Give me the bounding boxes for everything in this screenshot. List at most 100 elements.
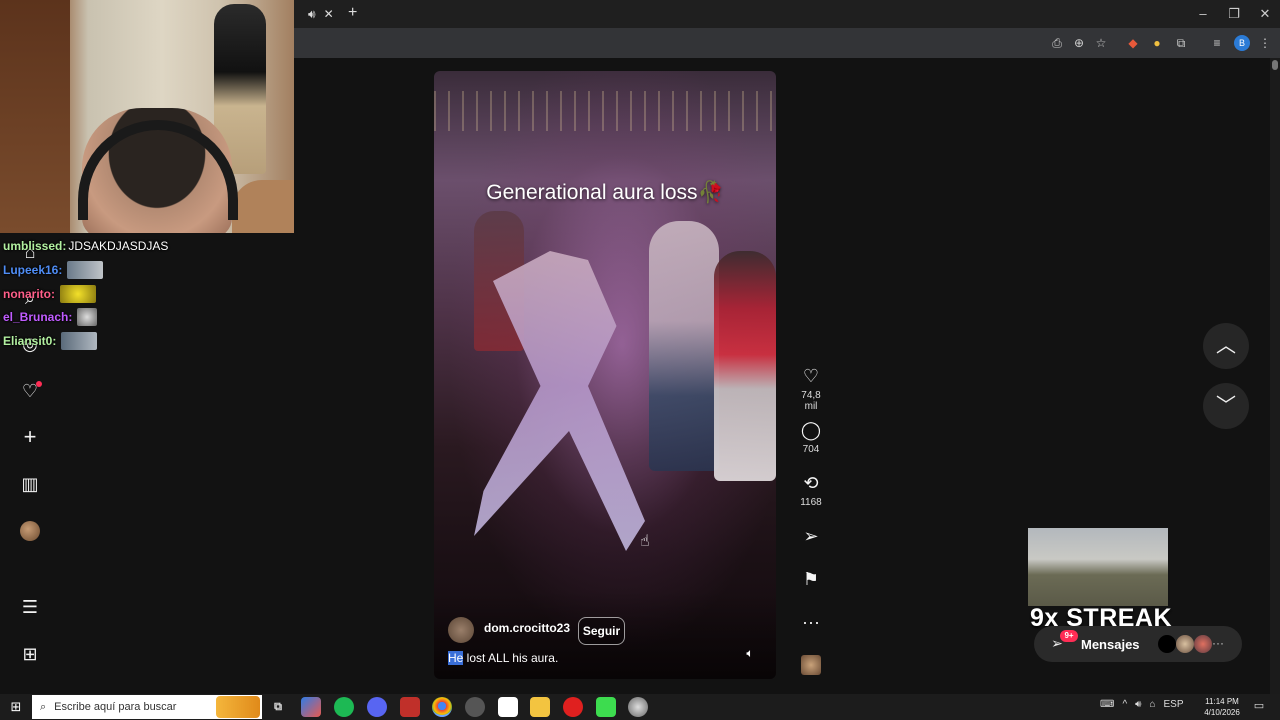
chat-message: JDSAKDJASDJAS: [68, 239, 169, 253]
extension-color-icon[interactable]: ●: [1148, 34, 1166, 52]
voicemeeter-icon[interactable]: [400, 697, 420, 717]
chat-username: el_Brunach:: [3, 310, 73, 324]
share-button[interactable]: ➢: [796, 524, 826, 548]
close-window-button[interactable]: ✕: [1256, 5, 1274, 23]
install-app-icon[interactable]: ⎙: [1048, 34, 1066, 52]
volume-icon[interactable]: 🔊︎: [1135, 699, 1141, 710]
video-caption: He lost ALL his aura.: [448, 651, 558, 665]
plus-icon[interactable]: +: [18, 425, 42, 449]
avatar: [1176, 635, 1194, 653]
background-person: [714, 251, 776, 481]
chat-emote: [60, 285, 96, 303]
chat-line: Eliansit0:: [3, 332, 98, 350]
string-lights: [434, 91, 776, 131]
system-tray: ⌨ ^ 🔊︎ ⌂ ESP: [1100, 699, 1184, 710]
obs-icon[interactable]: [465, 697, 485, 717]
bookmark-star-icon[interactable]: ☆: [1092, 34, 1110, 52]
like-count: 74,8 mil: [801, 390, 821, 412]
author-avatar[interactable]: [448, 617, 474, 643]
browser-tab[interactable]: 🔊︎ ✕: [300, 2, 342, 26]
app-icon[interactable]: [498, 697, 518, 717]
chrome-icon[interactable]: [432, 697, 452, 717]
scrollbar-thumb[interactable]: [1272, 60, 1278, 70]
more-icon: ···: [802, 612, 820, 632]
browser-menu-icon[interactable]: ⋮: [1256, 34, 1274, 52]
webcam-overlay: [0, 0, 294, 233]
caption-highlight: He: [448, 651, 464, 665]
webcam-door: [0, 0, 70, 233]
video-text-overlay: Generational aura loss🥀: [486, 181, 724, 204]
profile-avatar-nav[interactable]: [20, 521, 40, 541]
menu-icon[interactable]: ☰: [18, 595, 42, 619]
zoom-icon[interactable]: ⊕: [1070, 34, 1088, 52]
system-clock[interactable]: 11:14 PM 4/10/2026: [1198, 696, 1246, 718]
kick-icon[interactable]: [596, 697, 616, 717]
chat-emote: [67, 261, 104, 279]
next-video-button[interactable]: ﹀: [1203, 383, 1249, 429]
notification-icon[interactable]: ▭: [1252, 699, 1266, 713]
clock-time: 11:14 PM: [1205, 697, 1239, 706]
comment-icon: ◯: [800, 420, 822, 440]
video-player[interactable]: Generational aura loss🥀 dom.crocitto23 S…: [434, 71, 776, 679]
chat-line: umblissed: JDSAKDJASDJAS: [3, 237, 168, 255]
webcam-shirt: [232, 180, 294, 233]
chat-line: Lupeek16:: [3, 261, 104, 279]
language-indicator[interactable]: ESP: [1164, 699, 1184, 710]
search-placeholder: Escribe aquí para buscar: [54, 701, 177, 713]
chart-icon[interactable]: ▥: [18, 472, 42, 496]
avatar: [1158, 635, 1176, 653]
caption-text: lost ALL his aura.: [463, 651, 559, 665]
search-highlight-art: [216, 696, 260, 718]
chevron-up-icon[interactable]: ^: [1122, 699, 1127, 710]
profile-avatar[interactable]: B: [1234, 35, 1250, 51]
file-explorer-icon[interactable]: [530, 697, 550, 717]
discord-icon[interactable]: [367, 697, 387, 717]
chat-line: nonarito:: [3, 285, 96, 303]
app-icon[interactable]: [628, 697, 648, 717]
new-tab-button[interactable]: +: [348, 5, 364, 21]
tab-close-button[interactable]: ✕: [324, 7, 334, 21]
network-icon[interactable]: ⌂: [1149, 699, 1155, 710]
minimize-button[interactable]: –: [1194, 5, 1212, 23]
keyboard-icon[interactable]: ⌨: [1100, 699, 1114, 710]
messages-label: Mensajes: [1081, 637, 1140, 652]
copilot-icon[interactable]: [301, 697, 321, 717]
scrollbar[interactable]: [1270, 58, 1280, 694]
background-person: [649, 221, 719, 471]
chevron-down-icon: ﹀: [1216, 395, 1236, 417]
bookmark-icon: ⚑: [802, 569, 820, 589]
author-username[interactable]: dom.crocitto23: [484, 621, 570, 635]
chat-username: Lupeek16:: [3, 263, 63, 277]
spotify-icon[interactable]: [334, 697, 354, 717]
send-icon: ➢: [803, 526, 819, 546]
previous-video-button[interactable]: ︿: [1203, 323, 1249, 369]
restore-button[interactable]: ❐: [1225, 5, 1243, 23]
task-view-icon[interactable]: ⧉: [268, 697, 288, 717]
apps-icon[interactable]: ⊞: [18, 642, 42, 666]
extension-fox-icon[interactable]: ◆: [1124, 34, 1142, 52]
taskbar-search-input[interactable]: ⌕ Escribe aquí para buscar: [32, 695, 262, 719]
comment-count: 704: [802, 444, 820, 455]
windows-start-icon[interactable]: ⊞: [8, 699, 24, 715]
chat-username: Eliansit0:: [3, 334, 57, 348]
opera-icon[interactable]: [563, 697, 583, 717]
notification-dot: [36, 381, 42, 387]
follow-button[interactable]: Seguir: [578, 617, 625, 645]
mouse-pointer-icon: ☝︎: [640, 533, 650, 550]
speaker-icon[interactable]: 🔊︎: [308, 7, 316, 22]
audio-thumbnail[interactable]: [801, 655, 821, 675]
volume-icon[interactable]: 🔈︎: [742, 646, 758, 662]
like-button[interactable]: ♡ 74,8 mil: [796, 364, 826, 412]
address-bar[interactable]: [300, 31, 1040, 55]
media-control-icon[interactable]: ≡: [1208, 34, 1226, 52]
more-options-button[interactable]: ···: [796, 610, 826, 634]
repost-button[interactable]: ⟲ 1168: [796, 471, 826, 508]
avatar: [1194, 635, 1212, 653]
clock-date: 4/10/2026: [1204, 708, 1240, 717]
dancer-figure: [474, 251, 645, 551]
chat-username: umblissed:: [3, 239, 67, 253]
more-icon[interactable]: ···: [1212, 636, 1224, 650]
extensions-puzzle-icon[interactable]: ⧉: [1172, 34, 1190, 52]
save-button[interactable]: ⚑: [796, 567, 826, 591]
comment-button[interactable]: ◯ 704: [796, 418, 826, 455]
